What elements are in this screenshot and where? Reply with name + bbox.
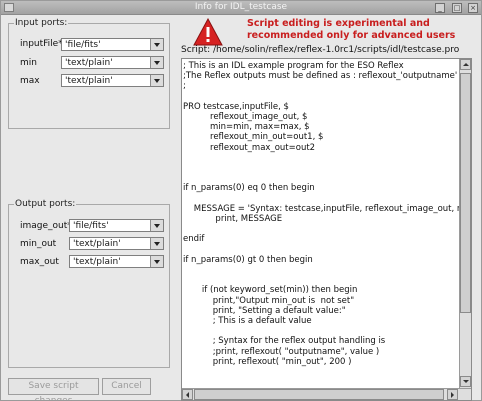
maximize-icon[interactable]: □: [452, 3, 462, 13]
code-line: print, MESSAGE: [183, 214, 283, 225]
warning-message: Script editing is experimental and recom…: [247, 18, 456, 41]
port-label-max: max: [20, 76, 40, 86]
vertical-scrollbar[interactable]: [459, 59, 471, 388]
scroll-right-icon[interactable]: [447, 389, 458, 400]
warning-icon: [193, 18, 223, 46]
code-line: ;print, reflexout( "outputname", value ): [183, 346, 380, 357]
code-line: MESSAGE = 'Syntax: testcase,inputFile, r…: [193, 203, 460, 214]
chevron-down-icon[interactable]: [150, 75, 163, 86]
port-type-select-image-out[interactable]: 'file/fits': [69, 219, 164, 232]
code-line: endif: [183, 234, 205, 245]
port-type-value: 'text/plain': [65, 58, 113, 68]
output-ports-label: Output ports:: [14, 199, 77, 209]
scroll-up-icon[interactable]: [460, 59, 471, 70]
code-line: PRO testcase,inputFile, $: [183, 101, 289, 112]
port-label-max-out: max_out: [20, 257, 59, 267]
code-line: ; Syntax for the reflex output handling …: [183, 336, 386, 347]
port-type-select-inputfile[interactable]: 'file/fits': [61, 38, 164, 51]
close-icon[interactable]: ×: [468, 3, 478, 13]
port-label-min-out: min_out: [20, 239, 57, 249]
code-line: if n_params(0) gt 0 then begin: [183, 254, 313, 265]
code-line: print, reflexout( "min_out", 200 ): [183, 356, 352, 367]
port-label-image-out: image_out*: [20, 221, 72, 231]
code-line: print, "Setting a default value:": [183, 305, 346, 316]
port-type-select-max-out[interactable]: 'text/plain': [69, 255, 164, 268]
code-line: if (not keyword_set(min)) then begin: [183, 285, 358, 296]
scroll-thumb[interactable]: [460, 73, 471, 313]
scroll-down-icon[interactable]: [460, 376, 471, 387]
minimize-icon[interactable]: _: [435, 3, 445, 13]
port-label-inputfile: inputFile*: [20, 39, 63, 49]
title-bar[interactable]: Info for IDL_testcase _ □ ×: [1, 1, 481, 15]
chevron-down-icon[interactable]: [150, 256, 163, 267]
port-type-value: 'file/fits': [73, 221, 109, 231]
code-line: reflexout_image_out, $: [183, 112, 308, 123]
port-type-select-min-out[interactable]: 'text/plain': [69, 237, 164, 250]
code-line: ; This is a default value: [183, 316, 312, 327]
window-title: Info for IDL_testcase: [194, 2, 288, 12]
code-line: min=min, max=max, $: [183, 122, 310, 133]
input-ports-label: Input ports:: [14, 18, 69, 28]
script-text-area[interactable]: ; This is an IDL example program for the…: [183, 61, 460, 388]
port-label-min: min: [20, 58, 37, 68]
code-line: print,"Output min_out is not set": [183, 295, 355, 306]
port-type-value: 'text/plain': [65, 76, 113, 86]
horizontal-scrollbar[interactable]: [182, 388, 471, 400]
port-type-select-min[interactable]: 'text/plain': [61, 56, 164, 69]
chevron-down-icon[interactable]: [150, 39, 163, 50]
script-editor[interactable]: ; This is an IDL example program for the…: [181, 58, 472, 401]
code-line: if n_params(0) eq 0 then begin: [183, 183, 315, 194]
port-type-value: 'text/plain': [73, 239, 121, 249]
chevron-down-icon[interactable]: [150, 57, 163, 68]
code-line: reflexout_min_out=out1, $: [183, 132, 324, 143]
port-type-select-max[interactable]: 'text/plain': [61, 74, 164, 87]
save-script-changes-button[interactable]: Save script changes: [8, 378, 99, 401]
port-type-value: 'text/plain': [73, 257, 121, 267]
code-line: ;: [183, 81, 186, 92]
scroll-thumb-horizontal[interactable]: [194, 389, 444, 400]
scroll-left-icon[interactable]: [182, 389, 193, 400]
script-path-label: Script: /home/solin/reflex/reflex-1.0rc1…: [181, 45, 460, 55]
info-window: Info for IDL_testcase _ □ × Input ports:…: [0, 0, 482, 401]
port-type-value: 'file/fits': [65, 40, 101, 50]
cancel-button[interactable]: Cancel: [102, 378, 151, 395]
code-line: reflexout_max_out=out2: [183, 142, 316, 153]
code-line: ;The Reflex outputs must be defined as :…: [183, 71, 458, 82]
code-line: ; This is an IDL example program for the…: [183, 61, 404, 71]
chevron-down-icon[interactable]: [150, 220, 163, 231]
chevron-down-icon[interactable]: [150, 238, 163, 249]
